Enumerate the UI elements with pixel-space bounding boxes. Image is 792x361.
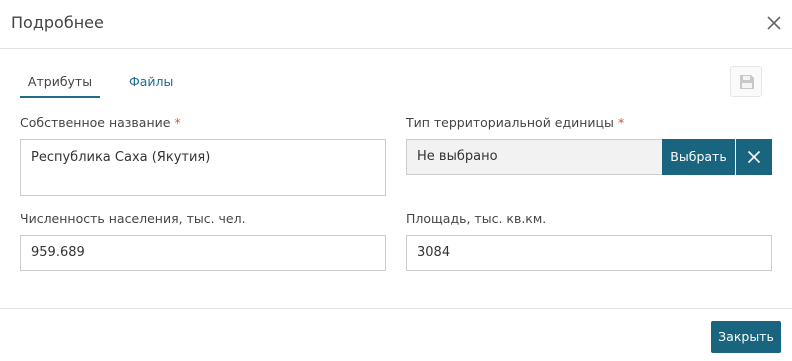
floppy-disk-icon xyxy=(740,75,754,89)
tab-attributes[interactable]: Атрибуты xyxy=(20,68,100,98)
territorial-unit-type-field[interactable]: Не выбрано xyxy=(406,139,663,175)
population-field[interactable]: 959.689 xyxy=(20,235,386,271)
area-field[interactable]: 3084 xyxy=(406,235,772,271)
required-mark: * xyxy=(617,115,625,130)
population-label: Численность населения, тыс. чел. xyxy=(20,211,246,226)
choose-button[interactable]: Выбрать xyxy=(662,139,735,175)
tab-files[interactable]: Файлы xyxy=(129,68,173,96)
required-mark: * xyxy=(174,115,181,130)
close-icon[interactable] xyxy=(764,13,784,33)
close-button[interactable]: Закрыть xyxy=(711,321,781,353)
save-button[interactable] xyxy=(730,66,762,97)
dialog-header: Подробнее xyxy=(0,0,792,49)
close-icon xyxy=(747,150,761,164)
footer-divider xyxy=(0,308,792,309)
clear-type-button[interactable] xyxy=(736,139,772,175)
dialog-title: Подробнее xyxy=(11,13,104,32)
own-name-label-text: Собственное название xyxy=(20,115,171,130)
area-label: Площадь, тыс. кв.км. xyxy=(406,211,547,226)
territorial-unit-type-label-text: Тип территориальной единицы xyxy=(406,115,614,130)
territorial-unit-type-label: Тип территориальной единицы * xyxy=(406,115,624,131)
own-name-field[interactable]: Республика Саха (Якутия) xyxy=(20,139,386,196)
details-dialog: Подробнее Атрибуты Файлы Собственное наз… xyxy=(0,0,792,361)
own-name-label: Собственное название * xyxy=(20,115,181,131)
